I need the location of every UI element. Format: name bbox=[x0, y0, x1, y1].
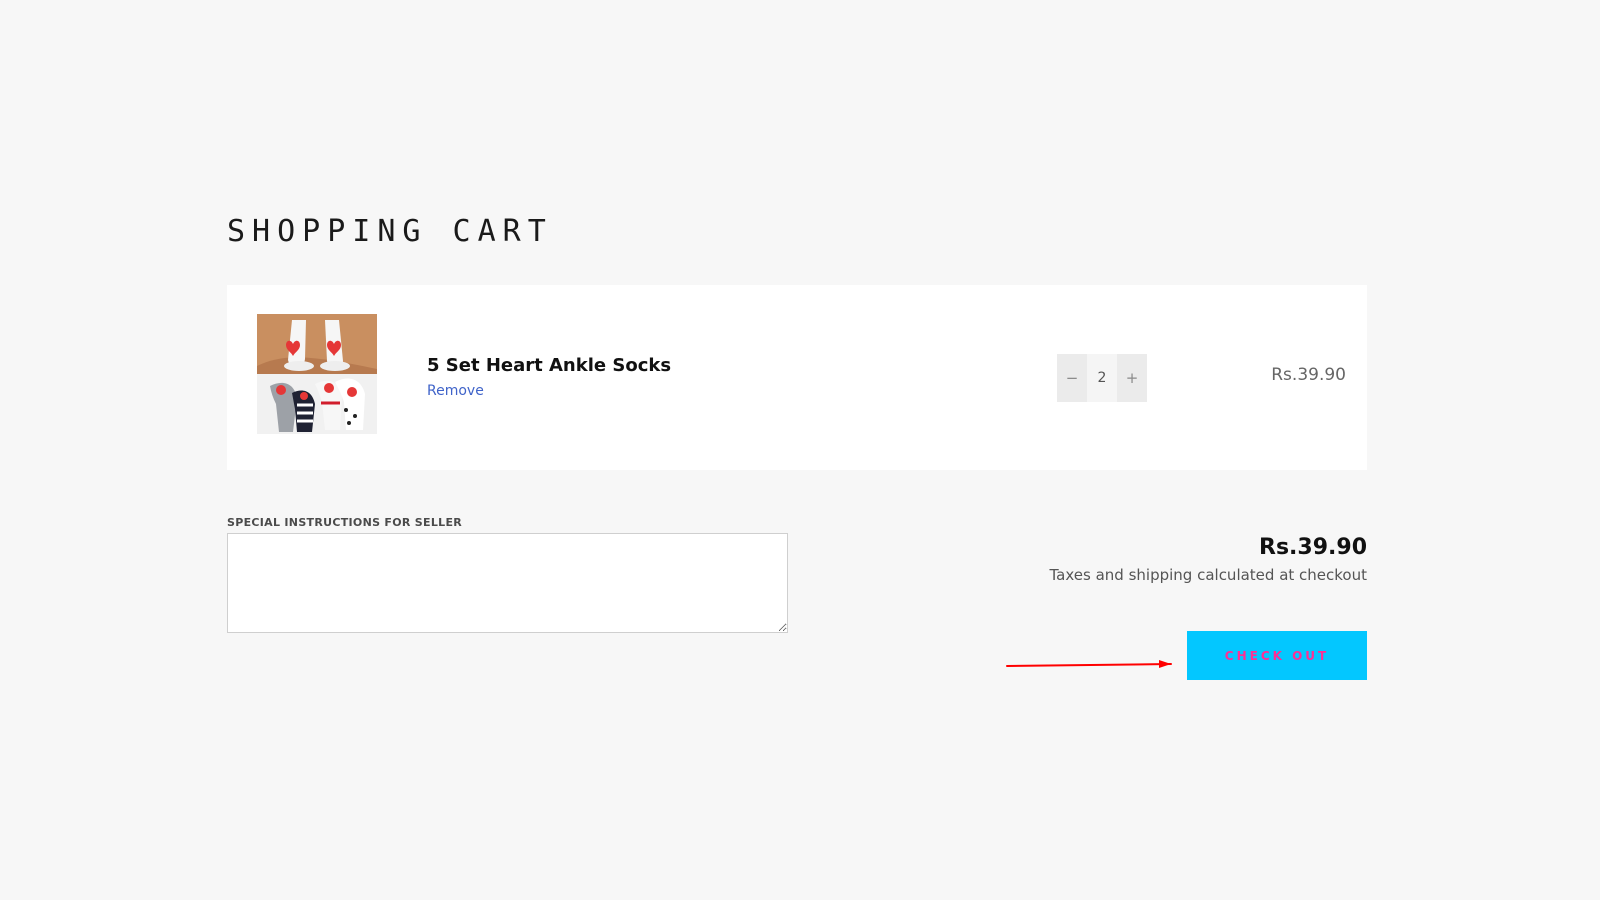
tax-shipping-note: Taxes and shipping calculated at checkou… bbox=[1049, 566, 1368, 584]
remove-item-link[interactable]: Remove bbox=[427, 383, 484, 399]
special-instructions-label: SPECIAL INSTRUCTIONS FOR SELLER bbox=[227, 516, 463, 529]
cart-item-card: 5 Set Heart Ankle Socks Remove − 2 + Rs.… bbox=[227, 285, 1367, 470]
product-photo-icon[interactable] bbox=[257, 314, 377, 434]
page-title: SHOPPING CART bbox=[227, 214, 553, 249]
special-instructions-textarea[interactable] bbox=[227, 533, 788, 633]
cart-subtotal: Rs.39.90 bbox=[1259, 535, 1367, 560]
decrease-quantity-button[interactable]: − bbox=[1057, 354, 1087, 402]
product-title[interactable]: 5 Set Heart Ankle Socks bbox=[427, 355, 671, 376]
checkout-button[interactable]: CHECK OUT bbox=[1187, 631, 1367, 680]
quantity-value[interactable]: 2 bbox=[1087, 354, 1117, 402]
quantity-stepper: − 2 + bbox=[1057, 354, 1147, 402]
line-item-price: Rs.39.90 bbox=[1271, 365, 1346, 385]
increase-quantity-button[interactable]: + bbox=[1117, 354, 1147, 402]
red-arrow-icon bbox=[1006, 660, 1172, 668]
